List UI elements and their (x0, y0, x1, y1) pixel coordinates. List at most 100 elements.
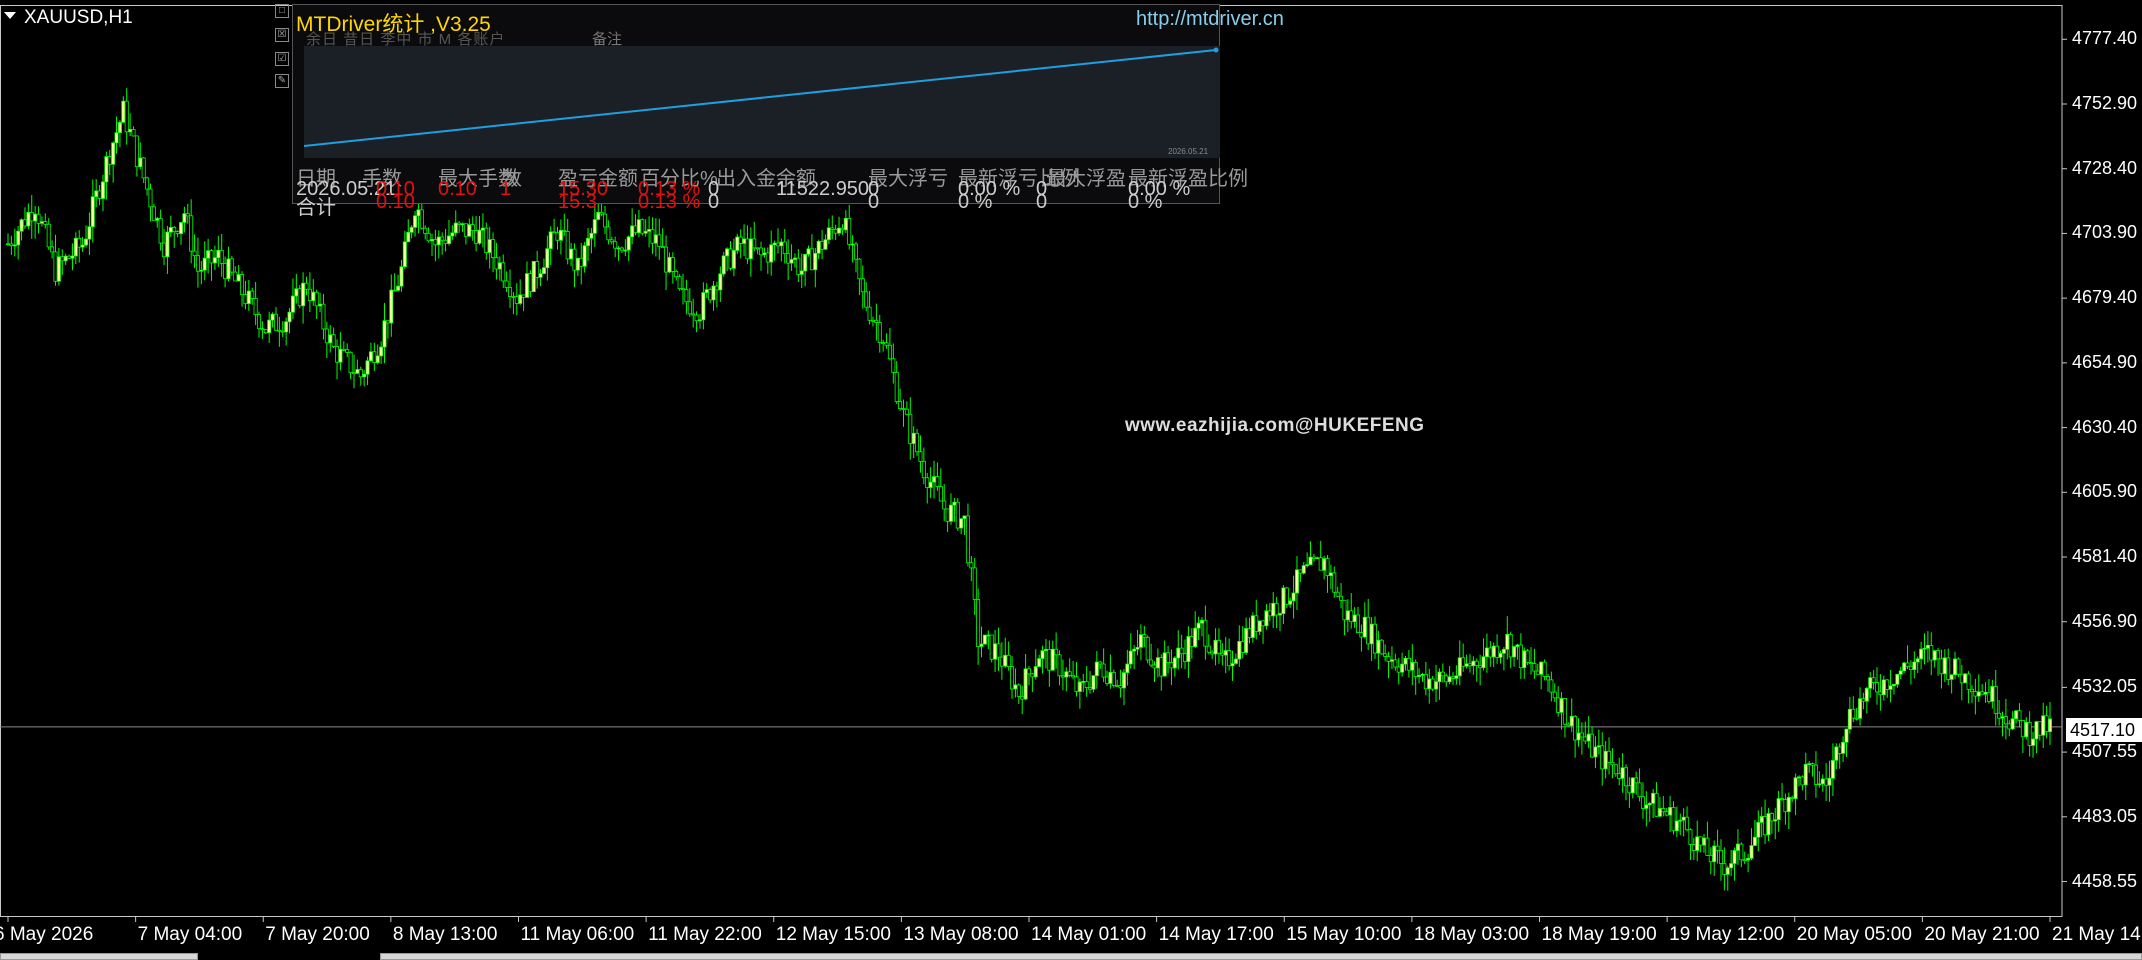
edit-icon[interactable]: ✎ (275, 74, 289, 88)
checkbox-icon[interactable]: ☒ (275, 28, 289, 42)
candle (1495, 634, 1500, 664)
check-icon[interactable]: ☑ (275, 52, 289, 66)
candle (928, 466, 933, 499)
candle (1596, 729, 1601, 755)
candle (1315, 556, 1320, 560)
candle (1440, 663, 1445, 683)
candle (39, 216, 44, 227)
candle (792, 253, 797, 268)
candle (1501, 647, 1506, 671)
candle (331, 327, 336, 349)
panel-link[interactable]: http://mtdriver.cn (1136, 8, 1284, 31)
candle (1030, 672, 1035, 692)
candle (1318, 540, 1323, 571)
candle (1430, 675, 1435, 692)
candle (1654, 782, 1659, 817)
symbol-label[interactable]: XAUUSD,H1 (4, 7, 133, 29)
candle (1481, 638, 1486, 671)
candle (541, 258, 546, 275)
candle (474, 216, 479, 252)
candle (826, 218, 831, 245)
dropdown-arrow-icon[interactable] (4, 12, 16, 20)
candle (1040, 645, 1045, 674)
candle (643, 219, 648, 237)
row2-io: 0 (708, 191, 720, 213)
candle (864, 282, 869, 312)
candle (1196, 616, 1201, 641)
candle (1060, 659, 1065, 691)
candle (1980, 683, 1985, 695)
candle (579, 242, 584, 285)
candle (284, 317, 289, 346)
candle (287, 307, 292, 334)
candle (1498, 650, 1503, 664)
candle (1237, 625, 1242, 667)
candle (2027, 711, 2032, 757)
candle (87, 212, 92, 256)
candle (409, 225, 414, 239)
candle (1529, 647, 1534, 675)
candle (1630, 777, 1635, 799)
candle (1752, 819, 1757, 846)
time-tick-label: 14 May 17:00 (1158, 924, 1274, 945)
candle (1888, 669, 1893, 703)
candle (97, 184, 102, 206)
candle (1634, 771, 1639, 795)
tab-remark[interactable]: 备注 (592, 28, 622, 49)
candle (718, 266, 723, 303)
candle (1393, 653, 1398, 671)
candle (1759, 807, 1764, 837)
candle (2010, 711, 2015, 731)
candle (1790, 795, 1795, 803)
candle (1576, 718, 1581, 747)
candle (453, 210, 458, 237)
candle (989, 634, 994, 663)
candle (1837, 743, 1842, 769)
candle (684, 279, 689, 315)
candle (1583, 721, 1588, 745)
scroll-tab-1[interactable] (0, 953, 198, 960)
panel-tabs[interactable]: 余日 昔日 李中 市 M 各账户 (306, 28, 505, 49)
row2-dd-pct: 0 % (958, 191, 993, 213)
candle (1800, 775, 1805, 791)
candle (121, 96, 126, 123)
candle (613, 236, 618, 258)
candle (12, 228, 17, 257)
candle (1305, 552, 1310, 568)
candle (273, 306, 278, 331)
candle (104, 151, 109, 200)
scroll-tab-2[interactable] (380, 953, 2142, 960)
candle (755, 247, 760, 255)
candle (667, 252, 672, 274)
candle (94, 179, 99, 207)
candle (596, 201, 601, 221)
candle (942, 483, 947, 522)
candle (796, 249, 801, 282)
candle (1600, 732, 1605, 786)
candle (162, 229, 167, 266)
window-icon[interactable]: □ (275, 4, 289, 18)
candle (1403, 655, 1408, 671)
candle (1298, 569, 1303, 583)
time-tick-label: 14 May 01:00 (1031, 924, 1147, 945)
candle (1549, 671, 1554, 702)
candle (1542, 659, 1547, 681)
candle (1647, 801, 1652, 822)
candle (1976, 674, 1981, 703)
candle (1013, 668, 1018, 698)
candle (701, 282, 706, 330)
candle (301, 272, 306, 324)
candle (2007, 720, 2012, 737)
candle (616, 246, 621, 261)
candle (307, 272, 312, 313)
candle (46, 218, 51, 250)
candle (1484, 633, 1489, 673)
candle (1389, 646, 1394, 670)
candle (528, 270, 533, 298)
candle (1301, 561, 1306, 575)
candle (1905, 645, 1910, 670)
candle (413, 211, 418, 237)
candle (1210, 650, 1215, 659)
candle (67, 254, 72, 260)
candle (870, 316, 875, 327)
